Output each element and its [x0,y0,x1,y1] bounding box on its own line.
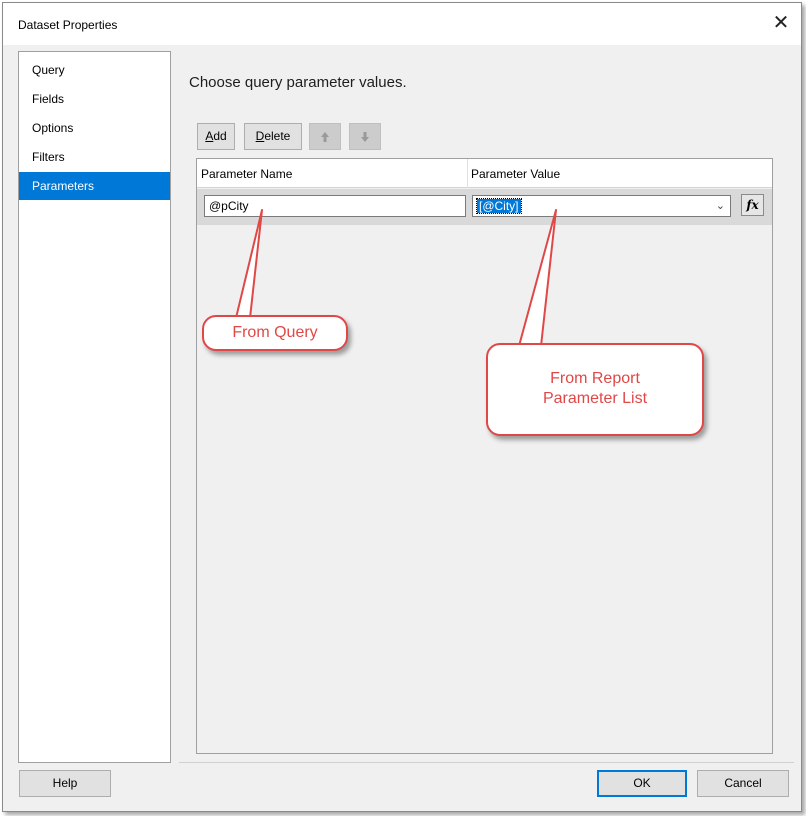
parameter-value-text: [@City] [476,198,522,214]
cancel-button[interactable]: Cancel [697,770,789,797]
sidebar-item-options[interactable]: Options [19,114,170,142]
help-button[interactable]: Help [19,770,111,797]
callout-from-report-parameter-list: From Report Parameter List [486,343,704,436]
delete-button[interactable]: Delete [244,123,302,150]
add-label: dd [213,129,227,143]
parameters-grid: Parameter Name Parameter Value @pCity [@… [196,158,773,754]
grid-header: Parameter Name Parameter Value [197,159,772,188]
callout-from-query: From Query [202,315,348,351]
sidebar-item-query[interactable]: Query [19,56,170,84]
table-row: @pCity [@City] ⌄ fx [197,189,772,225]
footer-divider [179,762,794,763]
close-icon[interactable]: ✕ [769,11,793,35]
delete-label: elete [264,129,291,143]
callout-line-1: From Report [550,370,640,387]
column-header-value: Parameter Value [471,167,561,181]
arrow-up-icon [321,132,329,142]
column-header-name: Parameter Name [201,167,293,181]
column-divider[interactable] [467,159,468,188]
ok-button[interactable]: OK [597,770,687,797]
move-down-button[interactable] [349,123,381,150]
parameter-name-input[interactable]: @pCity [204,195,466,217]
dialog-title: Dataset Properties [18,18,118,32]
page-heading: Choose query parameter values. [189,74,407,91]
delete-accesskey: D [255,129,265,143]
sidebar-item-parameters[interactable]: Parameters [19,172,170,200]
sidebar-item-fields[interactable]: Fields [19,85,170,113]
sidebar-item-filters[interactable]: Filters [19,143,170,171]
sidebar-nav: Query Fields Options Filters Parameters [18,51,171,763]
chevron-down-icon[interactable]: ⌄ [716,196,725,216]
move-up-button[interactable] [309,123,341,150]
parameter-value-combobox[interactable]: [@City] ⌄ [472,195,731,217]
title-bar: Dataset Properties ✕ [3,3,801,45]
arrow-down-icon [361,132,369,142]
callout-line-2: Parameter List [542,390,648,407]
parameter-name-text: @pCity [209,199,249,213]
expression-button[interactable]: fx [741,194,764,216]
add-button[interactable]: Add [197,123,235,150]
